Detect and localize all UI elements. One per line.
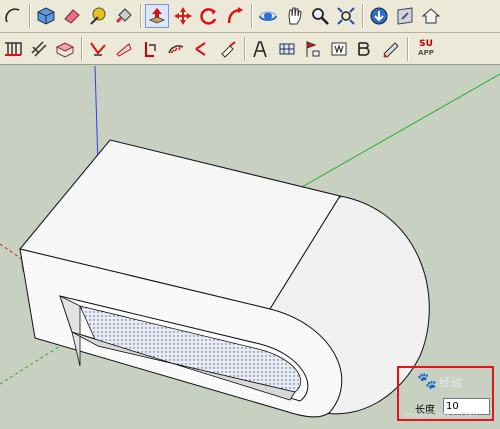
paint-icon[interactable]	[216, 37, 240, 61]
house-icon[interactable]	[419, 4, 443, 28]
walk-icon[interactable]	[249, 37, 273, 61]
main-toolbar	[0, 0, 500, 33]
eraser-icon[interactable]	[60, 4, 84, 28]
get-models-icon[interactable]	[367, 4, 391, 28]
brand-bottom-text: APP	[418, 48, 434, 57]
blue-axis	[94, 65, 99, 167]
push-pull-icon[interactable]	[145, 4, 169, 28]
3d-text-icon[interactable]	[190, 37, 214, 61]
rotate-icon[interactable]	[197, 4, 221, 28]
secondary-toolbar: SU APP	[0, 33, 500, 65]
look-around-icon[interactable]	[275, 37, 299, 61]
layers-icon[interactable]	[353, 37, 377, 61]
face-style-icon[interactable]	[53, 37, 77, 61]
toolbar-separator	[81, 36, 82, 61]
follow-me-icon[interactable]	[223, 4, 247, 28]
component-browser-icon[interactable]	[327, 37, 351, 61]
watermark-url: jingyan.baidu.com	[404, 410, 478, 419]
section-plane-icon[interactable]	[1, 37, 25, 61]
toolbar-separator	[407, 36, 408, 61]
toolbar-separator	[362, 4, 363, 28]
green-axis-dashed	[0, 345, 61, 385]
watermark-text: 经验	[439, 376, 463, 389]
dimension-icon[interactable]	[86, 37, 110, 61]
arc-icon[interactable]	[1, 4, 25, 28]
orbit-icon[interactable]	[256, 4, 280, 28]
position-camera-icon[interactable]	[301, 37, 325, 61]
toolbar-separator	[29, 4, 30, 28]
brand-logo: SU APP	[418, 38, 434, 58]
brand-top-text: SU	[419, 38, 433, 49]
zoom-extents-icon[interactable]	[334, 4, 358, 28]
toolbar-separator	[251, 4, 252, 28]
text-icon[interactable]	[138, 37, 162, 61]
toolbar-separator	[140, 4, 141, 28]
pan-icon[interactable]	[282, 4, 306, 28]
tape-measure-icon[interactable]	[86, 4, 110, 28]
watermark-paw-icon: 🐾	[417, 371, 437, 390]
sandbox-icon[interactable]	[379, 37, 403, 61]
axes-icon[interactable]	[164, 37, 188, 61]
move-icon[interactable]	[171, 4, 195, 28]
protractor-icon[interactable]	[112, 37, 136, 61]
plugin-icon[interactable]: SU APP	[412, 37, 440, 61]
make-component-icon[interactable]	[34, 4, 58, 28]
zoom-icon[interactable]	[308, 4, 332, 28]
toolbar-separator	[244, 36, 245, 61]
xray-icon[interactable]	[27, 37, 51, 61]
share-model-icon[interactable]	[393, 4, 417, 28]
paint-bucket-icon[interactable]	[112, 4, 136, 28]
